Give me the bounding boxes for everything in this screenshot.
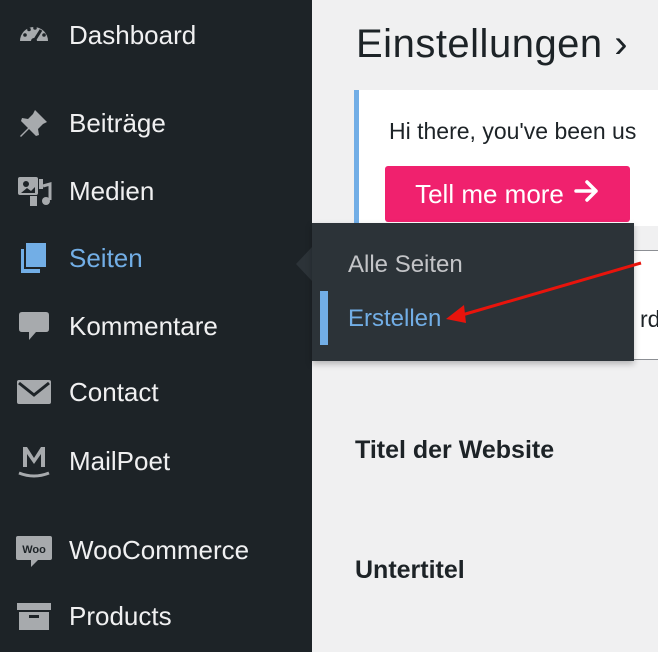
- archive-icon: [14, 596, 54, 636]
- sidebar-item-seiten[interactable]: Seiten: [0, 233, 312, 283]
- sidebar-item-woocommerce[interactable]: Woo WooCommerce: [0, 525, 312, 575]
- comment-icon: [14, 306, 54, 346]
- dashboard-icon: [14, 15, 54, 55]
- sidebar-item-kommentare[interactable]: Kommentare: [0, 301, 312, 351]
- pages-icon: [14, 238, 54, 278]
- sidebar-item-label: Kommentare: [69, 310, 218, 341]
- site-title-label: Titel der Website: [355, 436, 555, 464]
- promo-notice: Hi there, you've been us Tell me more: [354, 90, 658, 226]
- mail-icon: [14, 372, 54, 412]
- sidebar-item-label: WooCommerce: [69, 534, 250, 565]
- sidebar-item-contact[interactable]: Contact: [0, 367, 312, 417]
- sidebar-item-mailpoet[interactable]: MailPoet: [0, 436, 312, 486]
- notice-text: Hi there, you've been us: [389, 118, 637, 144]
- page-title: Einstellungen ›: [356, 22, 629, 66]
- sidebar-item-label: Contact: [69, 376, 159, 407]
- seiten-submenu-flyout: Alle Seiten Erstellen: [312, 223, 634, 361]
- woo-icon: Woo: [14, 530, 54, 570]
- sidebar-item-label: Products: [69, 600, 172, 631]
- sidebar-item-dashboard[interactable]: Dashboard: [0, 10, 312, 60]
- tagline-label: Untertitel: [355, 556, 465, 584]
- submenu-item-label: Alle Seiten: [348, 251, 463, 278]
- sidebar-item-label: Dashboard: [69, 19, 197, 50]
- mailpoet-icon: [14, 441, 54, 481]
- sidebar-item-label: MailPoet: [69, 445, 171, 476]
- sidebar-item-medien[interactable]: Medien: [0, 166, 312, 216]
- input-text-fragment: rd: [640, 306, 658, 332]
- arrow-right-icon: [574, 179, 600, 210]
- sidebar-item-beitraege[interactable]: Beiträge: [0, 98, 312, 148]
- pin-icon: [14, 103, 54, 143]
- sidebar-item-label: Seiten: [69, 242, 143, 273]
- admin-sidebar: Dashboard Beiträge Medien Seiten Komment…: [0, 0, 312, 652]
- media-icon: [14, 171, 54, 211]
- sidebar-item-label: Beiträge: [69, 107, 166, 138]
- sidebar-item-label: Medien: [69, 175, 155, 206]
- submenu-item-label: Erstellen: [348, 305, 442, 332]
- button-label: Tell me more: [415, 178, 564, 209]
- flyout-caret: [296, 247, 312, 281]
- submenu-item-alle-seiten[interactable]: Alle Seiten: [312, 241, 634, 289]
- sidebar-item-products[interactable]: Products: [0, 591, 312, 641]
- svg-text:Woo: Woo: [22, 544, 46, 556]
- submenu-item-erstellen[interactable]: Erstellen: [312, 295, 634, 343]
- tell-me-more-button[interactable]: Tell me more: [385, 166, 630, 222]
